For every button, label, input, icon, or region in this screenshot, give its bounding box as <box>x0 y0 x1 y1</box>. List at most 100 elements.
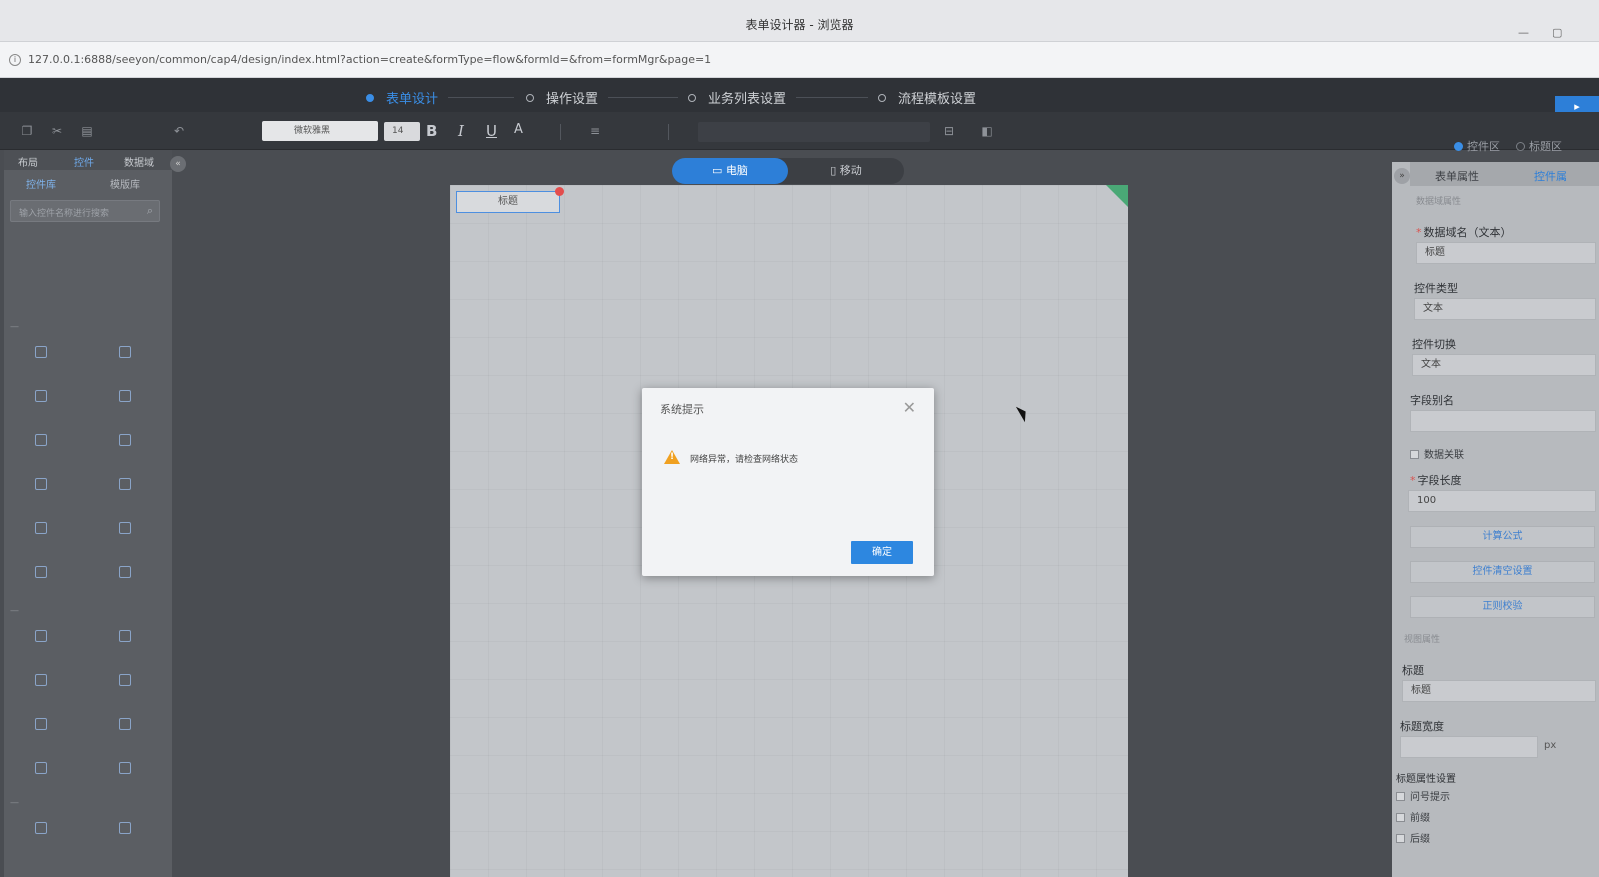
step-dot-icon <box>366 94 374 102</box>
field-length-input[interactable]: 100 <box>1408 490 1596 512</box>
subtab-template-lib[interactable]: 模版库 <box>110 176 140 191</box>
title-width-input[interactable] <box>1400 736 1538 758</box>
control-item[interactable] <box>6 430 76 470</box>
device-mobile-label: 移动 <box>839 164 862 177</box>
radio-icon <box>1454 142 1463 151</box>
device-pc-button[interactable]: ▭ 电脑 <box>672 158 788 184</box>
info-icon[interactable]: i <box>9 54 21 66</box>
data-field-input[interactable]: 标题 <box>1416 242 1596 264</box>
title-input[interactable]: 标题 <box>1402 680 1596 702</box>
required-mark: * <box>1410 474 1416 487</box>
maximize-icon[interactable]: ▢ <box>1552 26 1562 39</box>
control-search-input[interactable]: 输入控件名称进行搜索 ⌕ <box>10 200 160 222</box>
undo-icon[interactable]: ↶ <box>172 124 186 138</box>
control-item[interactable] <box>6 714 76 754</box>
collapse-left-icon[interactable]: « <box>170 156 186 172</box>
copy-icon[interactable]: ❐ <box>20 124 34 138</box>
subtab-control-lib[interactable]: 控件库 <box>26 176 56 191</box>
minimize-icon[interactable]: — <box>1518 26 1529 39</box>
control-icon <box>35 762 47 774</box>
wizard-step-operation[interactable]: 操作设置 <box>526 88 598 107</box>
data-link-checkbox[interactable]: 数据关联 <box>1410 446 1464 461</box>
mode-radio-control-area[interactable]: 控件区 <box>1454 138 1500 154</box>
field-alias-input[interactable] <box>1410 410 1596 432</box>
font-color-button[interactable]: A <box>514 122 523 137</box>
control-item[interactable] <box>90 758 160 798</box>
control-item[interactable] <box>6 342 76 382</box>
field-length-label-text: 字段长度 <box>1417 474 1462 487</box>
control-item[interactable] <box>6 626 76 666</box>
left-panel: 布局 控件 数据域 控件库 模版库 输入控件名称进行搜索 ⌕ — — — <box>4 150 172 877</box>
wizard-step-list[interactable]: 业务列表设置 <box>688 88 786 107</box>
tab-control-properties[interactable]: 控件属 <box>1534 168 1567 184</box>
control-switch-label: 控件切换 <box>1412 338 1456 351</box>
control-item[interactable] <box>6 818 76 858</box>
section-view-properties: 视图属性 <box>1404 635 1441 645</box>
control-item[interactable] <box>6 670 76 710</box>
control-item[interactable] <box>90 430 160 470</box>
control-item[interactable] <box>90 474 160 514</box>
control-item[interactable] <box>90 562 160 602</box>
tab-controls[interactable]: 控件 <box>74 154 94 169</box>
toolbar-field[interactable] <box>698 122 930 142</box>
control-item[interactable] <box>6 518 76 558</box>
control-item[interactable] <box>90 670 160 710</box>
underline-button[interactable]: U <box>486 122 497 140</box>
url-text[interactable]: 127.0.0.1:6888/seeyon/common/cap4/design… <box>28 53 711 66</box>
control-item[interactable] <box>90 626 160 666</box>
control-item[interactable] <box>90 518 160 558</box>
italic-button[interactable]: I <box>458 122 464 140</box>
control-item[interactable] <box>90 386 160 426</box>
required-mark: * <box>1416 226 1422 239</box>
wizard-step-form-design[interactable]: 表单设计 <box>366 88 438 107</box>
monitor-icon: ▭ <box>712 164 726 177</box>
right-panel-tabs: 表单属性 控件属 <box>1410 162 1599 186</box>
field-length-label: * 字段长度 <box>1410 472 1462 488</box>
close-icon[interactable]: ✕ <box>903 400 916 416</box>
address-bar[interactable]: i 127.0.0.1:6888/seeyon/common/cap4/desi… <box>0 42 1599 78</box>
question-hint-label: 问号提示 <box>1410 792 1450 803</box>
canvas-title-label: 标题 <box>498 196 518 207</box>
wizard-step-template[interactable]: 流程模板设置 <box>878 88 976 107</box>
tab-form-properties[interactable]: 表单属性 <box>1435 168 1479 184</box>
mode-radio-title-area[interactable]: 标题区 <box>1516 138 1562 154</box>
delete-icon[interactable] <box>555 187 564 196</box>
control-icon <box>119 434 131 446</box>
control-item[interactable] <box>6 758 76 798</box>
layout-icon[interactable]: ◧ <box>980 124 994 138</box>
control-switch-select[interactable]: 文本 <box>1412 354 1596 376</box>
mode-radio-label: 控件区 <box>1467 140 1500 153</box>
control-icon <box>119 346 131 358</box>
confirm-button[interactable]: 确定 <box>851 541 913 564</box>
font-size-select[interactable]: 14 <box>384 122 420 141</box>
clear-settings-button[interactable]: 控件清空设置 <box>1410 561 1595 583</box>
tab-layout[interactable]: 布局 <box>18 154 38 169</box>
prefix-checkbox[interactable]: 前缀 <box>1396 809 1430 824</box>
control-item[interactable] <box>6 386 76 426</box>
table-insert-icon[interactable]: ⊟ <box>942 124 956 138</box>
control-item[interactable] <box>90 342 160 382</box>
control-item[interactable] <box>90 818 160 858</box>
control-type-select[interactable]: 文本 <box>1414 298 1596 320</box>
font-family-select[interactable]: 微软雅黑 <box>262 121 378 141</box>
control-icon <box>119 478 131 490</box>
suffix-checkbox[interactable]: 后缀 <box>1396 830 1430 845</box>
control-item[interactable] <box>90 714 160 754</box>
control-icon <box>119 718 131 730</box>
align-icon[interactable]: ≡ <box>588 124 602 138</box>
bold-button[interactable]: B <box>426 122 437 140</box>
question-hint-checkbox[interactable]: 问号提示 <box>1396 788 1450 803</box>
section-data-properties: 数据域属性 <box>1416 197 1462 207</box>
control-item[interactable] <box>6 474 76 514</box>
toolbar-divider <box>560 124 561 140</box>
paste-icon[interactable]: ▤ <box>80 124 94 138</box>
search-icon[interactable]: ⌕ <box>147 204 153 218</box>
formula-button[interactable]: 计算公式 <box>1410 526 1595 548</box>
cut-icon[interactable]: ✂ <box>50 124 64 138</box>
regex-check-button[interactable]: 正则校验 <box>1410 596 1595 618</box>
device-mobile-button[interactable]: ▯ 移动 <box>788 158 904 184</box>
canvas-title-field[interactable]: 标题 <box>456 187 564 213</box>
expand-right-icon[interactable]: » <box>1394 168 1410 184</box>
tab-data-domain[interactable]: 数据域 <box>124 154 154 169</box>
control-item[interactable] <box>6 562 76 602</box>
